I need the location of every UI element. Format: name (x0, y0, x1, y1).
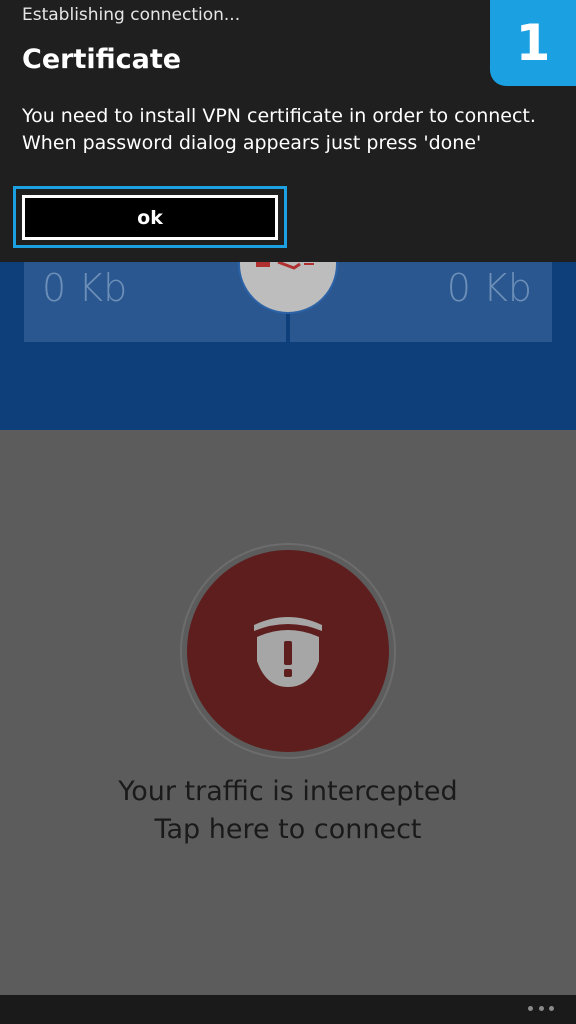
more-icon[interactable] (528, 1003, 554, 1013)
download-value: 0 Kb (42, 266, 128, 310)
upload-value: 0 Kb (446, 266, 532, 310)
connect-button[interactable] (180, 543, 396, 759)
traffic-status-text[interactable]: Your traffic is intercepted (0, 776, 576, 807)
status-indicator (238, 262, 338, 314)
dialog-message: You need to install VPN certificate in o… (22, 103, 542, 157)
tap-to-connect-text[interactable]: Tap here to connect (0, 814, 576, 845)
app-bar (0, 995, 576, 1024)
certificate-dialog: Establishing connection... 1 Certificate… (0, 0, 576, 262)
dialog-message-line: You need to install VPN certificate in o… (22, 105, 536, 127)
connection-status-text: Establishing connection... (22, 5, 241, 25)
shield-mini-icon (256, 262, 314, 270)
ok-button[interactable]: ok (22, 195, 278, 240)
dialog-title: Certificate (22, 44, 182, 75)
dialog-message-line: When password dialog appears just press … (22, 132, 482, 154)
shield-alert-icon (254, 617, 322, 687)
notification-badge: 1 (490, 0, 576, 86)
